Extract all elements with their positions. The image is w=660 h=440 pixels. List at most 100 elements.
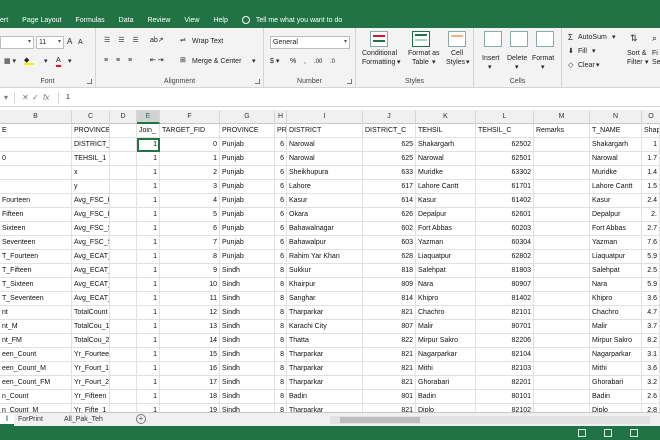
table-cell[interactable]: 821	[363, 404, 416, 412]
table-cell[interactable]: 80101	[476, 390, 534, 404]
decrease-font-icon[interactable]: A	[78, 39, 83, 47]
table-cell[interactable]: Sindh	[220, 390, 275, 404]
table-cell[interactable]	[534, 180, 590, 194]
table-cell[interactable]: Fort Abbas	[590, 222, 642, 236]
table-cell[interactable]: 633	[363, 166, 416, 180]
formula-input[interactable]: 1	[66, 94, 70, 101]
table-cell[interactable]: Diplo	[416, 404, 476, 412]
table-cell[interactable]: nt	[0, 306, 72, 320]
table-cell[interactable]: 3.7	[642, 320, 660, 334]
merge-center-button[interactable]: Merge & Center	[192, 58, 241, 66]
table-cell[interactable]: 809	[363, 278, 416, 292]
table-cell[interactable]: Avg_FSC_Si	[72, 222, 110, 236]
table-cell[interactable]: 7.6	[642, 236, 660, 250]
table-cell[interactable]: DISTRICT_1	[72, 138, 110, 152]
table-cell[interactable]: Shakargarh	[416, 138, 476, 152]
table-cell[interactable]: 1	[137, 250, 160, 264]
sheet-tab-all-pak-teh[interactable]: All_Pak_Teh	[58, 413, 109, 426]
table-cell[interactable]: 821	[363, 376, 416, 390]
table-cell[interactable]: Kasur	[416, 194, 476, 208]
table-cell[interactable]	[534, 376, 590, 390]
table-cell[interactable]	[110, 348, 137, 362]
table-cell[interactable]: 1	[137, 138, 160, 152]
table-cell[interactable]: 8	[275, 362, 287, 376]
table-cell[interactable]: 17	[160, 376, 220, 390]
table-cell[interactable]: 2	[160, 166, 220, 180]
table-cell[interactable]: Punjab	[220, 208, 275, 222]
currency-icon[interactable]: $ ▾	[270, 58, 279, 66]
table-cell[interactable]: 63302	[476, 166, 534, 180]
header-cell[interactable]: Shap	[642, 124, 660, 138]
column-header-g[interactable]: G	[220, 110, 275, 124]
table-cell[interactable]: Yr_Fourt_2	[72, 376, 110, 390]
table-cell[interactable]: Sanghar	[287, 292, 363, 306]
table-cell[interactable]: 18	[160, 390, 220, 404]
table-cell[interactable]: 80907	[476, 278, 534, 292]
table-cell[interactable]: Punjab	[220, 138, 275, 152]
tab-insert[interactable]: ert	[0, 17, 8, 24]
table-cell[interactable]: Liaquatpur	[416, 250, 476, 264]
table-cell[interactable]: Thatta	[287, 334, 363, 348]
table-cell[interactable]: Yr_Fifte_1	[72, 404, 110, 412]
table-cell[interactable]: 6	[275, 250, 287, 264]
table-cell[interactable]: T_Sixteen	[0, 278, 72, 292]
chevron-down-icon[interactable]: ▾	[44, 58, 48, 66]
increase-font-icon[interactable]: A	[67, 38, 72, 46]
header-cell[interactable]: TEHSIL_C	[476, 124, 534, 138]
table-cell[interactable]: 821	[363, 306, 416, 320]
table-cell[interactable]: Fort Abbas	[416, 222, 476, 236]
table-cell[interactable]: Mirpur Sakro	[416, 334, 476, 348]
left-align-icon[interactable]: ≡ ≡ ≡	[104, 57, 135, 65]
comma-style-icon[interactable]: ,	[304, 58, 306, 66]
table-cell[interactable]: Sindh	[220, 376, 275, 390]
table-cell[interactable]: TotalCou_2	[72, 334, 110, 348]
find-select-button-line2[interactable]: Se	[652, 59, 660, 67]
column-header-e[interactable]: E	[137, 110, 160, 124]
table-cell[interactable]: 602	[363, 222, 416, 236]
table-cell[interactable]: 8	[275, 292, 287, 306]
table-cell[interactable]: Sindh	[220, 334, 275, 348]
table-cell[interactable]: n_Count	[0, 390, 72, 404]
table-cell[interactable]	[534, 152, 590, 166]
table-cell[interactable]: 7	[160, 236, 220, 250]
table-cell[interactable]	[534, 334, 590, 348]
table-cell[interactable]: Sukkur	[287, 264, 363, 278]
table-cell[interactable]: Narowal	[416, 152, 476, 166]
table-cell[interactable]	[534, 390, 590, 404]
table-cell[interactable]: 1	[160, 152, 220, 166]
cell-styles-button-line2[interactable]: Styles	[446, 59, 465, 67]
table-cell[interactable]: 1	[137, 180, 160, 194]
tab-review[interactable]: Review	[147, 17, 170, 24]
table-cell[interactable]: 1	[137, 376, 160, 390]
table-cell[interactable]: Tharparkar	[287, 376, 363, 390]
table-cell[interactable]: 6	[275, 138, 287, 152]
table-cell[interactable]: 2.5	[642, 264, 660, 278]
table-cell[interactable]	[534, 236, 590, 250]
table-cell[interactable]: Khairpur	[287, 278, 363, 292]
column-header-m[interactable]: M	[534, 110, 590, 124]
table-cell[interactable]: Badin	[287, 390, 363, 404]
format-button[interactable]: Format	[532, 55, 554, 63]
table-cell[interactable]: Muridke	[590, 166, 642, 180]
table-cell[interactable]: Nagarparkar	[416, 348, 476, 362]
table-cell[interactable]: Malir	[416, 320, 476, 334]
table-cell[interactable]: Mirpur Sakro	[590, 334, 642, 348]
table-cell[interactable]: 4.7	[642, 306, 660, 320]
table-cell[interactable]: 8	[160, 250, 220, 264]
table-cell[interactable]: 82201	[476, 376, 534, 390]
table-cell[interactable]: 1.4	[642, 166, 660, 180]
table-cell[interactable]: 12	[160, 306, 220, 320]
table-cell[interactable]	[110, 334, 137, 348]
table-cell[interactable]: Avg_FSC_Fo	[72, 194, 110, 208]
table-cell[interactable]: 1	[137, 306, 160, 320]
column-header-c[interactable]: C	[72, 110, 110, 124]
table-cell[interactable]: 5.9	[642, 250, 660, 264]
clear-button[interactable]: Clear	[578, 62, 595, 70]
table-cell[interactable]: Kasur	[287, 194, 363, 208]
border-icon[interactable]: ▦ ▾	[4, 58, 16, 66]
table-cell[interactable]: Sindh	[220, 362, 275, 376]
table-cell[interactable]: Sindh	[220, 264, 275, 278]
tab-help[interactable]: Help	[213, 17, 227, 24]
table-cell[interactable]: Avg_FSC_Se	[72, 236, 110, 250]
table-cell[interactable]: Sindh	[220, 292, 275, 306]
